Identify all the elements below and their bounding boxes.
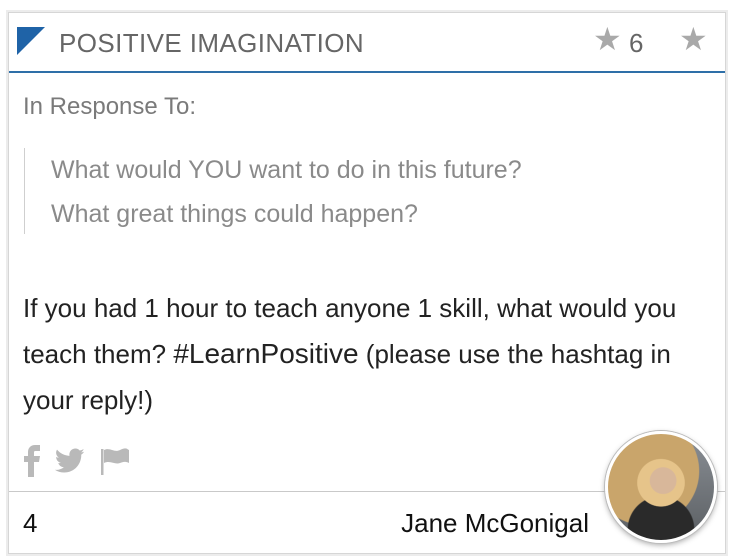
response-label: In Response To: bbox=[23, 93, 197, 120]
card: POSITIVE IMAGINATION ★ 6 ★ In Response T… bbox=[8, 12, 726, 554]
favorite-button[interactable]: ★ bbox=[679, 23, 708, 55]
hashtag-link[interactable]: #LearnPositive bbox=[173, 338, 358, 369]
category-corner-marker bbox=[17, 27, 45, 55]
flag-icon[interactable] bbox=[99, 447, 131, 475]
twitter-icon[interactable] bbox=[55, 448, 85, 474]
quote-line-2: What great things could happen? bbox=[51, 200, 418, 228]
star-count: 6 bbox=[629, 28, 644, 58]
avatar[interactable] bbox=[605, 431, 717, 543]
author-name[interactable]: Jane McGonigal bbox=[401, 508, 589, 539]
response-quote: What would YOU want to do in this future… bbox=[24, 148, 684, 234]
quote-line-1: What would YOU want to do in this future… bbox=[51, 156, 522, 184]
facebook-icon[interactable] bbox=[23, 445, 41, 477]
card-header: POSITIVE IMAGINATION ★ 6 ★ bbox=[9, 13, 725, 73]
category-title: POSITIVE IMAGINATION bbox=[59, 28, 365, 58]
star-count-icon: ★ bbox=[593, 23, 622, 55]
card-body: If you had 1 hour to teach anyone 1 skil… bbox=[23, 285, 713, 423]
footer-count: 4 bbox=[23, 508, 38, 538]
star-icon[interactable]: ★ bbox=[679, 21, 708, 57]
share-bar bbox=[23, 443, 131, 479]
star-icon: ★ bbox=[593, 21, 622, 57]
